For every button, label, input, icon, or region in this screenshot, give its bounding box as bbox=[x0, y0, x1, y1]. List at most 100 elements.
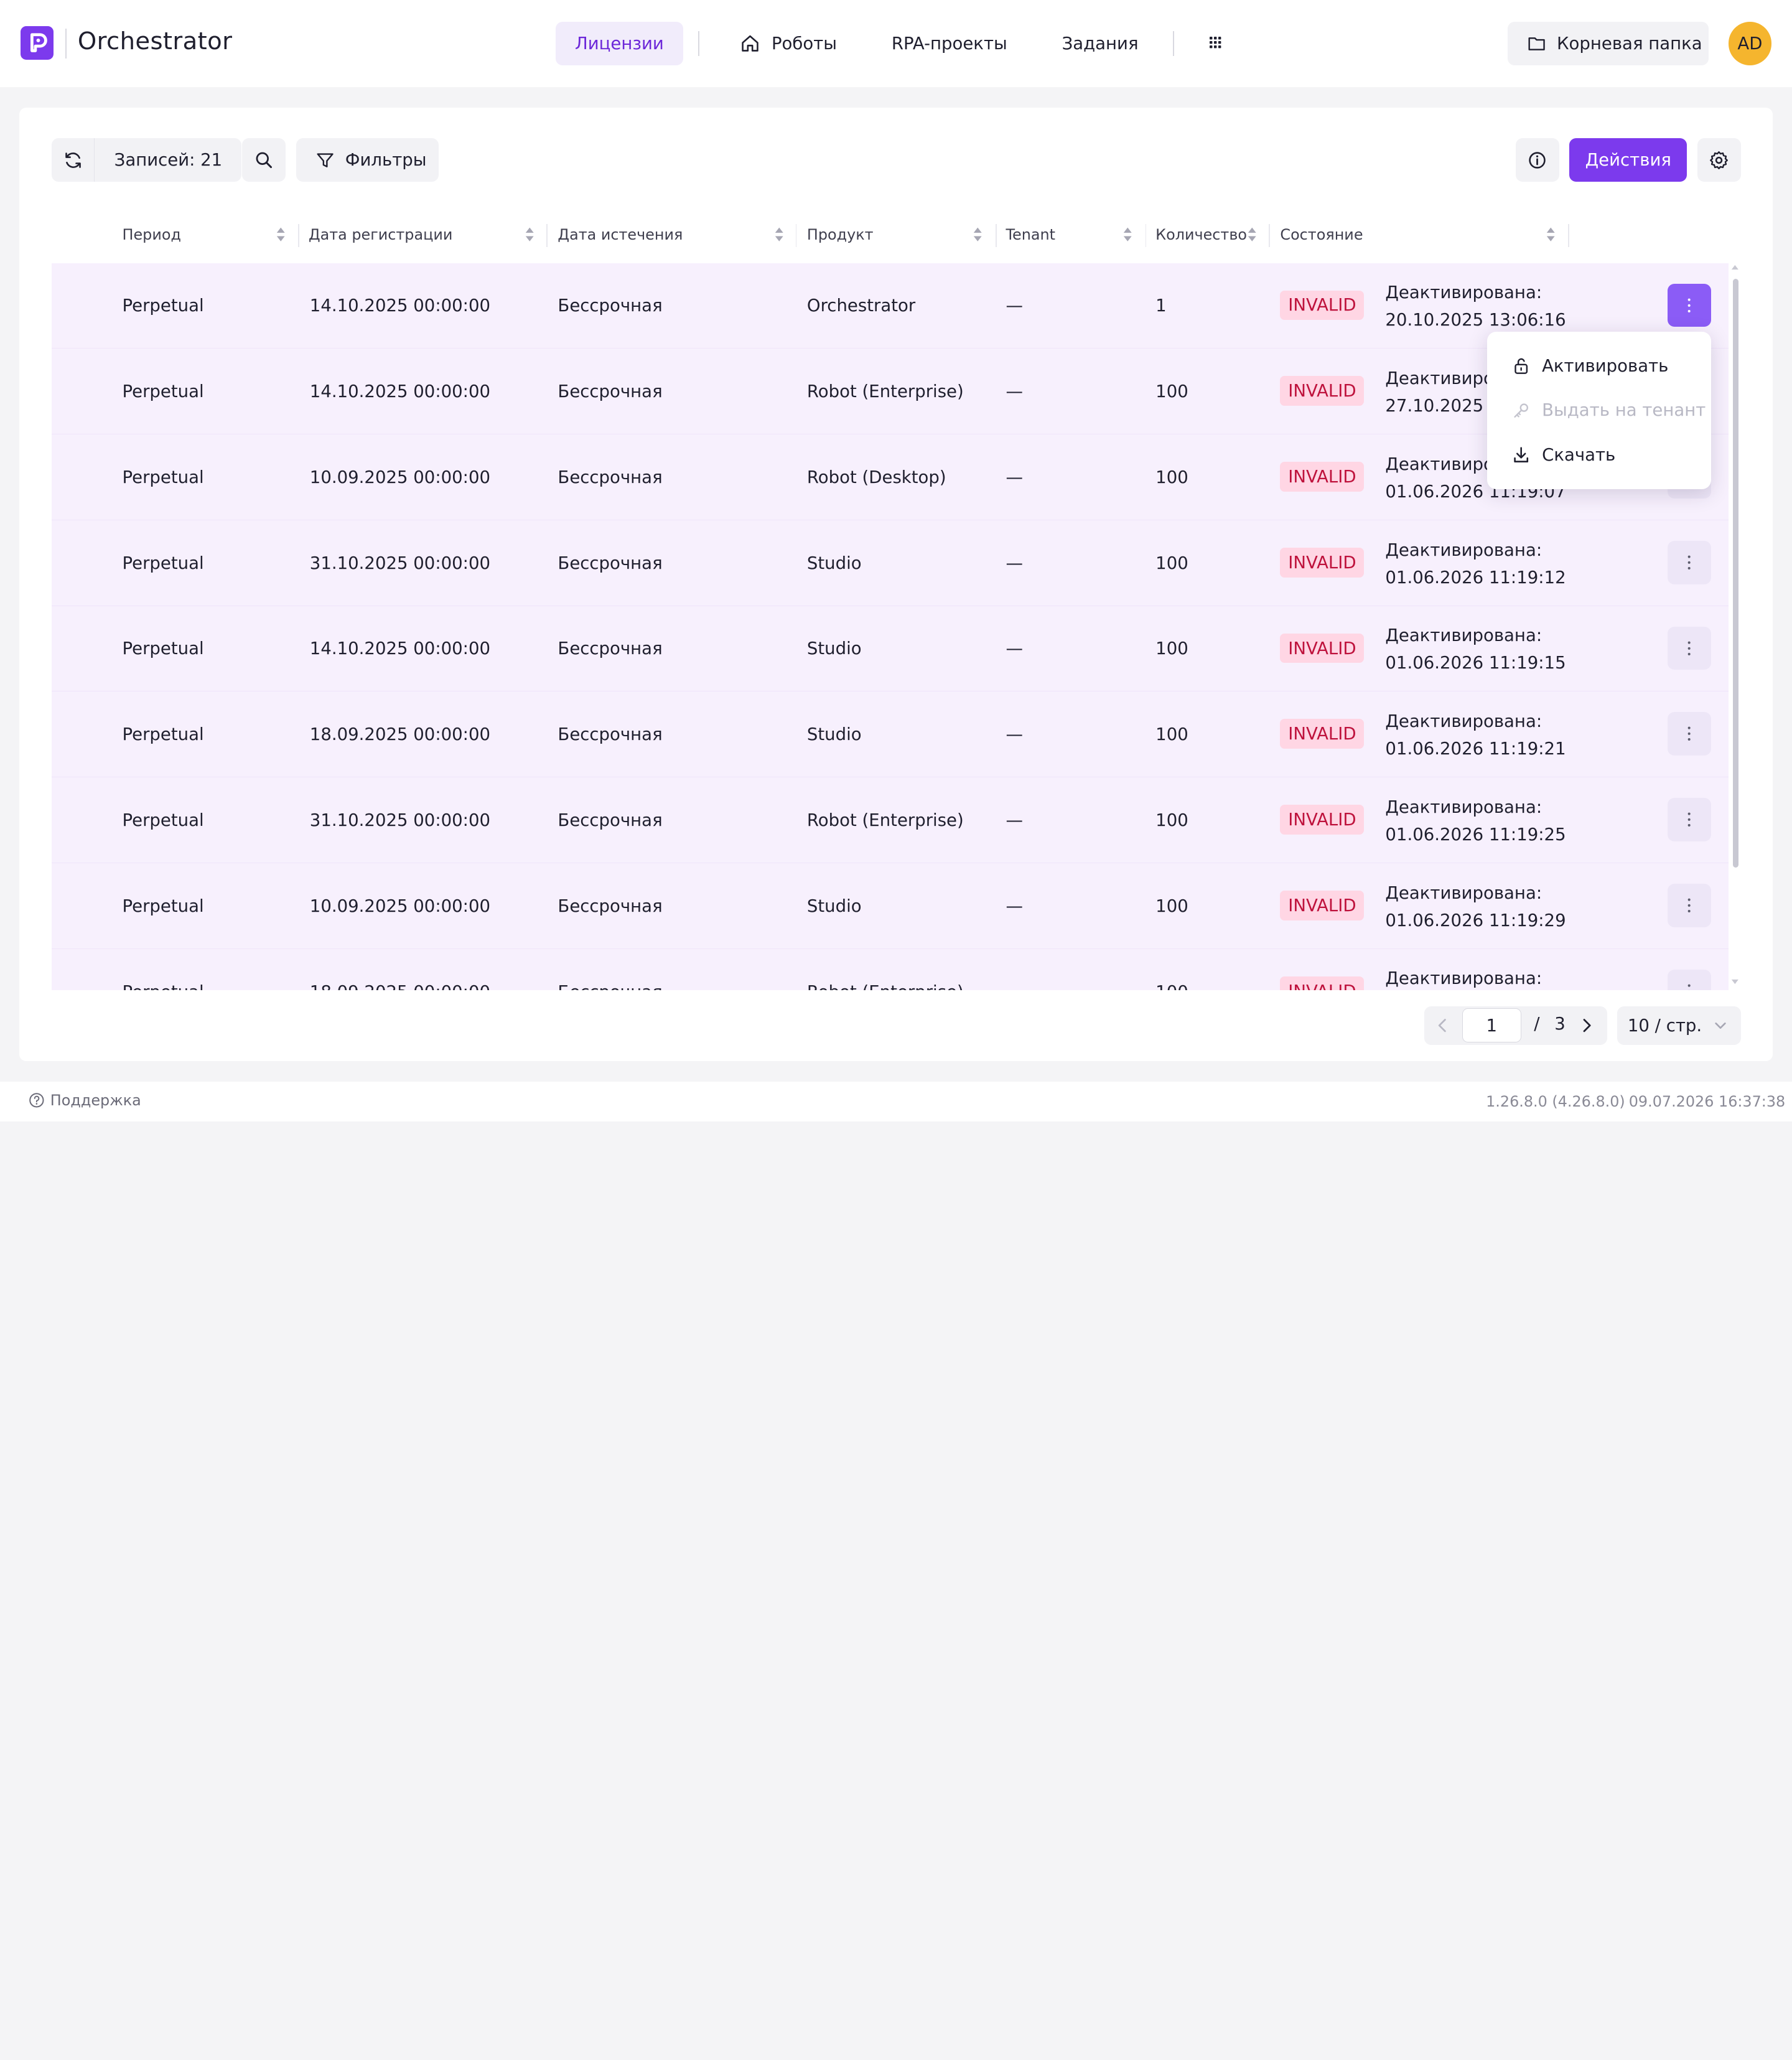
row-actions-button[interactable] bbox=[1668, 798, 1711, 841]
cell-tenant: — bbox=[1006, 434, 1024, 520]
column-header-tenant[interactable]: Tenant bbox=[1006, 214, 1055, 255]
root-folder-button[interactable]: Корневая папка bbox=[1508, 22, 1709, 65]
table-row[interactable]: Perpetual 18.09.2025 00:00:00 Бессрочная… bbox=[52, 691, 1729, 777]
table-row[interactable]: Perpetual 10.09.2025 00:00:00 Бессрочная… bbox=[52, 863, 1729, 949]
app-version: 1.26.8.0 (4.26.8.0) bbox=[1486, 1093, 1625, 1110]
more-vertical-icon bbox=[1687, 983, 1691, 990]
column-header-expiration-date[interactable]: Дата истечения bbox=[558, 214, 683, 255]
support-link[interactable]: Поддержка bbox=[29, 1092, 141, 1109]
column-header-status[interactable]: Состояние bbox=[1280, 214, 1363, 255]
column-divider bbox=[1269, 224, 1270, 247]
cell-registration-date: 31.10.2025 00:00:00 bbox=[310, 520, 490, 606]
table-row[interactable]: Perpetual 31.10.2025 00:00:00 Бессрочная… bbox=[52, 777, 1729, 863]
scrollbar-thumb[interactable] bbox=[1733, 279, 1738, 868]
sort-icon[interactable] bbox=[525, 225, 535, 243]
cell-product: Robot (Enterprise) bbox=[807, 777, 964, 863]
cell-tenant: — bbox=[1006, 520, 1024, 606]
cell-quantity: 100 bbox=[1155, 520, 1188, 606]
table-row[interactable]: Perpetual 14.10.2025 00:00:00 Бессрочная… bbox=[52, 263, 1729, 349]
logo-divider bbox=[65, 29, 67, 59]
table-row[interactable]: Perpetual 10.09.2025 00:00:00 Бессрочная… bbox=[52, 434, 1729, 520]
app-logo-icon[interactable] bbox=[21, 26, 54, 59]
actions-button[interactable]: Действия bbox=[1569, 138, 1687, 182]
info-button[interactable] bbox=[1516, 138, 1559, 182]
cell-period: Perpetual bbox=[123, 606, 204, 692]
page-number-input[interactable] bbox=[1462, 1008, 1522, 1042]
table-row[interactable]: Perpetual 14.10.2025 00:00:00 Бессрочная… bbox=[52, 349, 1729, 434]
column-header-quantity[interactable]: Количество bbox=[1155, 214, 1247, 255]
unlock-icon bbox=[1512, 357, 1530, 375]
row-actions-button[interactable] bbox=[1668, 970, 1711, 990]
cell-product: Orchestrator bbox=[807, 263, 915, 349]
apps-grid-icon[interactable] bbox=[1203, 30, 1228, 55]
scroll-down-icon[interactable] bbox=[1730, 978, 1740, 985]
chevron-right-icon[interactable] bbox=[1577, 1016, 1595, 1034]
help-circle-icon bbox=[29, 1092, 45, 1108]
menu-item-download[interactable]: Скачать bbox=[1512, 442, 1615, 467]
status-label: Деактивирована: bbox=[1385, 279, 1566, 306]
status-date: 01.06.2026 11:19:12 bbox=[1385, 564, 1566, 591]
nav-divider bbox=[698, 31, 699, 56]
filters-label: Фильтры bbox=[345, 150, 427, 170]
app-title: Orchestrator bbox=[78, 27, 232, 55]
status-badge: INVALID bbox=[1280, 719, 1364, 749]
sort-icon[interactable] bbox=[1546, 225, 1556, 243]
row-actions-button[interactable] bbox=[1668, 884, 1711, 927]
cell-tenant: — bbox=[1006, 863, 1024, 949]
row-actions-button[interactable] bbox=[1668, 627, 1711, 670]
nav-tab-robots[interactable]: Роботы bbox=[720, 22, 856, 65]
table-body: Perpetual 14.10.2025 00:00:00 Бессрочная… bbox=[52, 263, 1729, 990]
nav-tab-tasks[interactable]: Задания bbox=[1042, 22, 1157, 65]
sort-icon[interactable] bbox=[276, 225, 286, 243]
chevron-left-icon[interactable] bbox=[1434, 1016, 1452, 1034]
menu-item-activate[interactable]: Активировать bbox=[1512, 353, 1668, 378]
status-badge: INVALID bbox=[1280, 976, 1364, 990]
more-vertical-icon bbox=[1687, 812, 1691, 828]
row-actions-button[interactable] bbox=[1668, 541, 1711, 584]
records-group: Записей: 21 bbox=[52, 138, 242, 182]
gear-icon bbox=[1709, 150, 1729, 171]
status-label: Деактивирована: bbox=[1385, 879, 1566, 907]
status-label: Деактивирована: bbox=[1385, 965, 1542, 990]
scroll-up-icon[interactable] bbox=[1730, 264, 1740, 271]
column-divider bbox=[1146, 224, 1147, 247]
column-header-product[interactable]: Продукт bbox=[807, 214, 874, 255]
support-label: Поддержка bbox=[50, 1092, 141, 1109]
column-header-registration-date[interactable]: Дата регистрации bbox=[309, 214, 452, 255]
cell-registration-date: 14.10.2025 00:00:00 bbox=[310, 606, 490, 692]
nav-tab-licenses[interactable]: Лицензии bbox=[556, 22, 683, 65]
row-actions-button[interactable] bbox=[1668, 712, 1711, 756]
key-icon bbox=[1512, 401, 1530, 419]
column-header-period[interactable]: Период bbox=[123, 214, 181, 255]
cell-registration-date: 18.09.2025 00:00:00 bbox=[310, 949, 490, 990]
table-row[interactable]: Perpetual 14.10.2025 00:00:00 Бессрочная… bbox=[52, 606, 1729, 692]
status-badge: INVALID bbox=[1280, 634, 1364, 663]
cell-expiration-date: Бессрочная bbox=[558, 434, 662, 520]
table-row[interactable]: Perpetual 18.09.2025 00:00:00 Бессрочная… bbox=[52, 949, 1729, 990]
settings-button[interactable] bbox=[1697, 138, 1741, 182]
table-row[interactable]: Perpetual 31.10.2025 00:00:00 Бессрочная… bbox=[52, 520, 1729, 606]
search-button[interactable] bbox=[242, 138, 286, 182]
records-count: Записей: 21 bbox=[95, 138, 241, 182]
column-header-label: Tenant bbox=[1006, 226, 1055, 243]
cell-product: Robot (Enterprise) bbox=[807, 349, 964, 434]
status-badge: INVALID bbox=[1280, 462, 1364, 492]
row-actions-button[interactable] bbox=[1668, 284, 1711, 327]
cell-status-detail: Деактивирована: 01.06.2026 11:19:21 bbox=[1385, 708, 1566, 762]
page-size-select[interactable]: 10 / стр. bbox=[1617, 1006, 1740, 1045]
cell-quantity: 1 bbox=[1155, 263, 1167, 349]
cell-expiration-date: Бессрочная bbox=[558, 520, 662, 606]
cell-quantity: 100 bbox=[1155, 949, 1188, 990]
sort-icon[interactable] bbox=[973, 225, 983, 243]
user-avatar[interactable]: AD bbox=[1729, 22, 1772, 65]
cell-status-detail: Деактивирована: 01.06.2026 11:19:29 bbox=[1385, 879, 1566, 934]
sort-icon[interactable] bbox=[1247, 225, 1258, 243]
filters-button[interactable]: Фильтры bbox=[296, 138, 439, 182]
refresh-button[interactable] bbox=[52, 138, 95, 182]
filter-icon bbox=[315, 151, 335, 170]
sort-icon[interactable] bbox=[774, 225, 785, 243]
sort-icon[interactable] bbox=[1122, 225, 1133, 243]
server-timestamp: 09.07.2026 16:37:38 bbox=[1629, 1093, 1786, 1110]
nav-tab-rpa-projects[interactable]: RPA-проекты bbox=[872, 22, 1027, 65]
column-divider bbox=[996, 224, 997, 247]
